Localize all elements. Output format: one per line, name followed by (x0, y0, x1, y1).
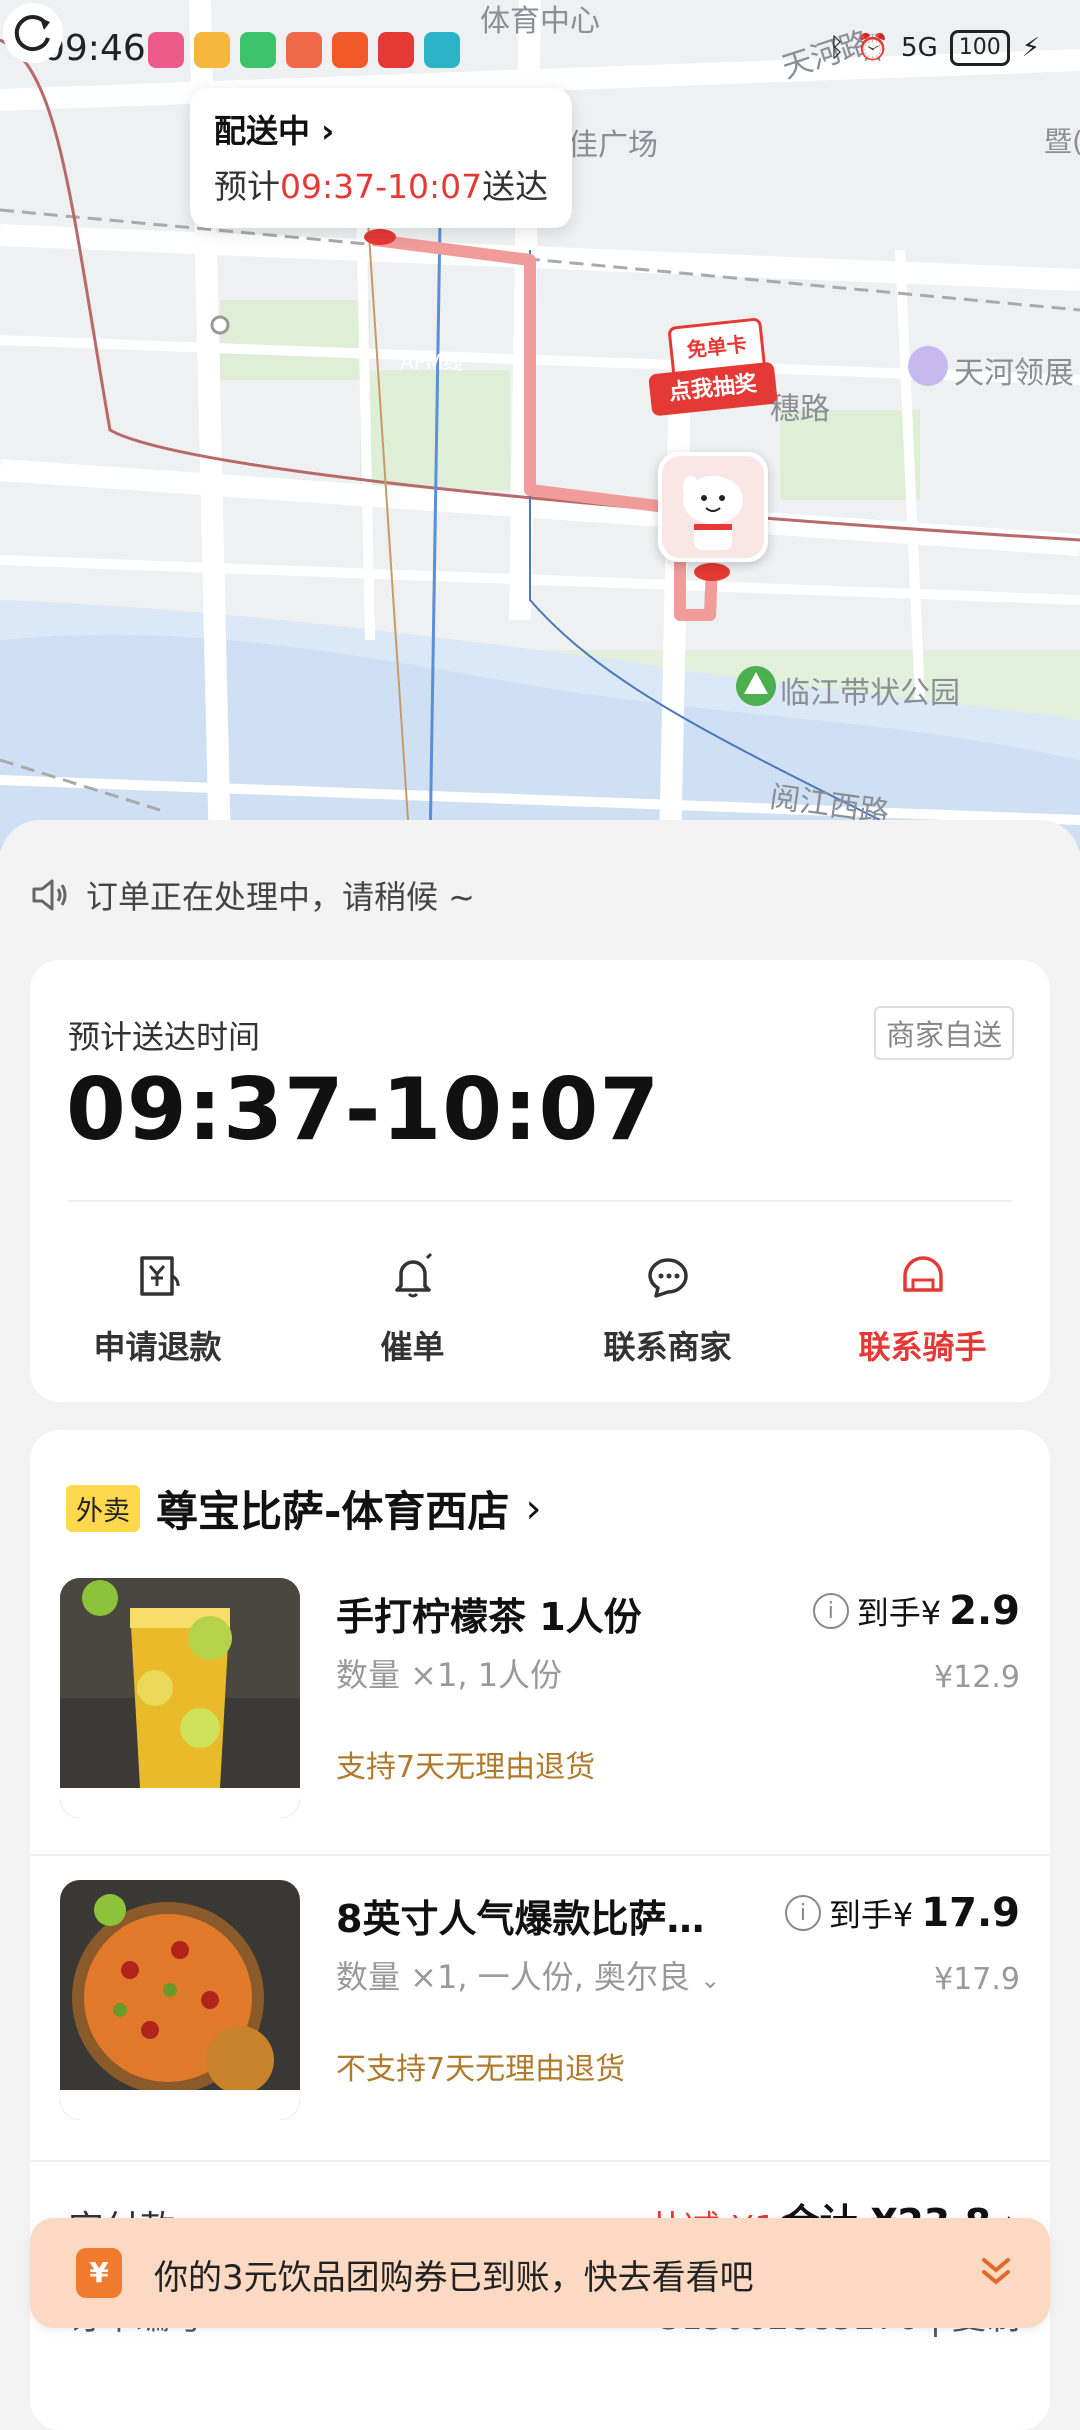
order-item[interactable]: 8英寸人气爆款比萨… 数量 ×1, 一人份, 奥尔良 ⌄ 不支持7天无理由退货 … (30, 1880, 1050, 2140)
delivery-status-card[interactable]: 配送中 › 预计09:37-10:07送达 (190, 88, 572, 228)
return-policy: 不支持7天无理由退货 (336, 2052, 626, 2087)
eta-title: 预计送达时间 (68, 1018, 261, 1056)
compass-icon (424, 32, 460, 68)
jd-icon (378, 32, 414, 68)
refund-label: 申请退款 (93, 1328, 222, 1366)
map-label-linjiang-park: 临江带状公园 (780, 676, 960, 711)
refresh-icon[interactable] (0, 0, 66, 66)
battery-icon: 100 (949, 30, 1010, 66)
contact-rider-label: 联系骑手 (858, 1328, 987, 1366)
lottery-button: 点我抽奖 (648, 361, 778, 417)
original-price: ¥12.9 (934, 1660, 1020, 1695)
item-price: i 到手¥ 17.9 (784, 1890, 1020, 1936)
map-label-plaza: 佳广场 (568, 128, 658, 163)
map-label-apm-line: APM线 (400, 350, 463, 374)
store-header[interactable]: 外卖 尊宝比萨-体育西店 › (66, 1478, 541, 1539)
double-chevron-down-icon[interactable] (976, 2252, 1016, 2292)
divider (68, 1200, 1012, 1202)
alarm-icon: ⏰ (856, 33, 890, 63)
helmet-icon (902, 1256, 943, 1292)
delivery-status: 配送中 › (214, 112, 335, 150)
order-item[interactable]: 手打柠檬茶 1人份 数量 ×1, 1人份 支持7天无理由退货 i 到手¥ 2.9 … (30, 1578, 1050, 1838)
signal-icon: 5G (901, 33, 938, 63)
contact-merchant-label: 联系商家 (603, 1328, 732, 1366)
notice-text: 订单正在处理中，请稍候 ~ (86, 878, 475, 916)
charging-icon: ⚡ (1021, 33, 1040, 63)
bell-icon (394, 1252, 432, 1298)
divider (30, 1854, 1050, 1856)
takeout-badge: 外卖 (66, 1485, 140, 1532)
pizza-image (60, 1880, 300, 2120)
map-view[interactable]: 体育中心 佳广场 天河领展 穗路 APM线 临江带状公园 阅江西路 天河路 暨(… (0, 0, 1080, 850)
toast-message: 你的3元饮品团购券已到账，快去看看吧 (154, 2258, 754, 2298)
chevron-down-icon: ⌄ (700, 1966, 721, 1994)
eta-time-large: 09:37-10:07 (66, 1060, 661, 1160)
merchant-delivery-tag: 商家自送 (873, 1006, 1014, 1060)
lemon-tea-image (60, 1578, 300, 1818)
store-name: 尊宝比萨-体育西店 (156, 1487, 510, 1536)
processing-notice: 订单正在处理中，请稍候 ~ (30, 872, 475, 918)
refund-button[interactable]: 申请退款 (30, 1250, 285, 1368)
contact-merchant-button[interactable]: 联系商家 (540, 1250, 795, 1368)
notification-icons (148, 32, 460, 68)
bluetooth-icon: ᛒ (829, 33, 845, 63)
calendar-icon (286, 32, 322, 68)
speaker-icon (32, 879, 67, 911)
status-bar: 09:46 ᛒ ⏰ 5G 100 ⚡ (0, 0, 1080, 100)
item-price: i 到手¥ 2.9 (812, 1588, 1020, 1634)
info-icon[interactable]: i (812, 1593, 849, 1629)
eta-card: 预计送达时间 商家自送 09:37-10:07 申请退款 催单 联系商家 联系骑… (30, 960, 1050, 1402)
rider-marker[interactable] (658, 452, 768, 562)
refund-icon (139, 1256, 179, 1296)
message-icon (240, 32, 276, 68)
return-policy: 支持7天无理由退货 (336, 1750, 596, 1785)
system-icons: ᛒ ⏰ 5G 100 ⚡ (829, 30, 1040, 66)
coupon-toast[interactable]: ¥ 你的3元饮品团购券已到账，快去看看吧 (30, 2218, 1050, 2328)
item-spec: 数量 ×1, 1人份 (336, 1656, 563, 1694)
map-label-ji-stone: 暨(石 (1044, 125, 1080, 158)
chat-icon (647, 1258, 688, 1298)
item-title: 8英寸人气爆款比萨… (336, 1897, 705, 1941)
weibo-icon (194, 32, 230, 68)
urge-label: 催单 (380, 1328, 445, 1366)
map-label-tianhe-ling: 天河领展 (954, 356, 1074, 391)
delivery-eta: 预计09:37-10:07送达 (214, 167, 549, 206)
chevron-right-icon: › (525, 1485, 542, 1532)
divider (30, 2160, 1050, 2162)
app-notification-icon (148, 32, 184, 68)
urge-order-button[interactable]: 催单 (285, 1250, 540, 1368)
app-icon (332, 32, 368, 68)
original-price: ¥17.9 (934, 1962, 1020, 1997)
item-spec: 数量 ×1, 一人份, 奥尔良 ⌄ (336, 1958, 721, 1996)
action-bar: 申请退款 催单 联系商家 联系骑手 (30, 1250, 1050, 1368)
item-title: 手打柠檬茶 1人份 (336, 1595, 642, 1639)
contact-rider-button[interactable]: 联系骑手 (795, 1250, 1050, 1368)
rider-avatar-icon (662, 456, 764, 558)
info-icon[interactable]: i (784, 1895, 821, 1931)
lottery-badge[interactable]: 免单卡 点我抽奖 (648, 317, 780, 422)
order-detail-sheet[interactable]: 订单正在处理中，请稍候 ~ 预计送达时间 商家自送 09:37-10:07 申请… (0, 820, 1080, 2430)
coupon-icon: ¥ (76, 2248, 122, 2298)
